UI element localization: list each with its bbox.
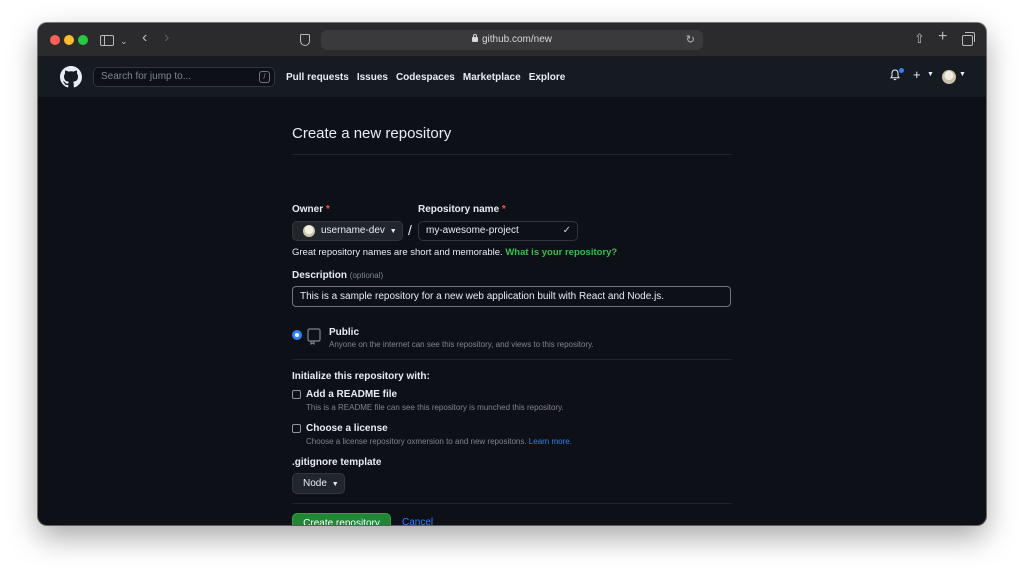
new-tab-icon[interactable]: +	[938, 28, 947, 46]
nav-pull-requests[interactable]: Pull requests	[286, 72, 349, 83]
required-mark: *	[325, 204, 330, 215]
zoom-window-button[interactable]	[78, 35, 88, 45]
slash-shortcut-key: /	[259, 71, 270, 83]
check-icon: ✓	[562, 225, 571, 236]
notification-indicator	[899, 68, 904, 73]
nav-explore[interactable]: Explore	[529, 72, 566, 83]
caret-down-icon[interactable]: ▼	[927, 71, 934, 78]
caret-down-icon: ▼	[331, 481, 339, 488]
public-radio[interactable]	[292, 330, 302, 340]
browser-toolbar: ⌄ ‹ › github.com/new ↻ ⇧ +	[38, 23, 986, 57]
owner-value: username-dev	[321, 225, 385, 236]
tab-overview-icon[interactable]	[962, 32, 975, 46]
create-repository-button[interactable]: Create repository	[292, 513, 391, 525]
visibility-public-desc: Anyone on the internet can see this repo…	[329, 340, 594, 349]
page-title: Create a new repository	[292, 125, 452, 142]
learn-more-link[interactable]: Learn more.	[529, 437, 572, 446]
repo-name-label: Repository name *	[418, 204, 506, 215]
repo-icon	[307, 328, 321, 345]
gitignore-value: Node	[303, 478, 327, 489]
owner-repo-separator: /	[408, 222, 412, 238]
github-header: Search for jump to... / Pull requests Is…	[38, 57, 986, 97]
user-avatar[interactable]	[942, 70, 956, 84]
gitignore-label: .gitignore template	[292, 457, 382, 468]
owner-label: Owner *	[292, 204, 330, 215]
description-label: Description (optional)	[292, 270, 383, 281]
privacy-shield-icon[interactable]	[300, 34, 310, 46]
main-nav: Pull requests Issues Codespaces Marketpl…	[286, 57, 565, 97]
license-checkbox[interactable]	[292, 424, 301, 433]
gitignore-select[interactable]: Node ▼	[292, 473, 345, 494]
required-mark: *	[501, 204, 506, 215]
description-label-text: Description	[292, 270, 348, 281]
github-logo-icon[interactable]	[60, 66, 82, 88]
sidebar-toggle-icon[interactable]	[100, 35, 114, 46]
repo-name-hint: Great repository names are short and mem…	[292, 247, 617, 258]
chevron-down-icon[interactable]: ⌄	[120, 32, 128, 50]
caret-down-icon: ▼	[389, 228, 397, 235]
url-text: github.com/new	[481, 34, 553, 45]
readme-checkbox[interactable]	[292, 390, 301, 399]
nav-marketplace[interactable]: Marketplace	[463, 72, 521, 83]
init-heading: Initialize this repository with:	[292, 371, 430, 382]
divider	[292, 154, 732, 155]
repo-label-text: Repository name	[418, 204, 500, 215]
reload-icon[interactable]: ↻	[686, 30, 695, 50]
owner-avatar	[303, 225, 315, 237]
divider	[292, 359, 732, 360]
close-window-button[interactable]	[50, 35, 60, 45]
optional-tag: (optional)	[349, 271, 384, 280]
minimize-window-button[interactable]	[64, 35, 74, 45]
search-input[interactable]: Search for jump to... /	[93, 67, 275, 87]
browser-window: ⌄ ‹ › github.com/new ↻ ⇧ + Search for ju…	[38, 23, 986, 525]
caret-down-icon[interactable]: ▼	[959, 71, 966, 78]
license-desc-text: Choose a license repository oxmersion to…	[306, 437, 527, 446]
divider	[292, 503, 732, 504]
description-value: This is a sample repository for a new we…	[300, 291, 665, 302]
back-arrow-icon[interactable]: ‹	[142, 29, 147, 47]
hint-link[interactable]: What is your repository?	[505, 247, 617, 258]
license-desc: Choose a license repository oxmersion to…	[306, 437, 572, 446]
nav-codespaces[interactable]: Codespaces	[396, 72, 455, 83]
license-title: Choose a license	[306, 423, 388, 434]
lock-icon	[471, 34, 478, 42]
repo-name-value: my-awesome-project	[426, 225, 519, 236]
readme-title: Add a README file	[306, 389, 398, 400]
description-input[interactable]: This is a sample repository for a new we…	[292, 286, 731, 307]
hint-text: Great repository names are short and mem…	[292, 247, 503, 258]
owner-label-text: Owner	[292, 204, 324, 215]
forward-arrow-icon[interactable]: ›	[164, 29, 169, 47]
search-placeholder: Search for jump to...	[101, 71, 192, 82]
visibility-public-title: Public	[329, 327, 360, 338]
share-icon[interactable]: ⇧	[914, 30, 925, 48]
repository-name-input[interactable]: my-awesome-project ✓	[418, 221, 578, 241]
owner-select[interactable]: username-dev ▼	[292, 221, 403, 241]
cancel-button[interactable]: Cancel	[402, 517, 433, 525]
readme-desc: This is a README file can see this repos…	[306, 403, 564, 412]
plus-icon[interactable]: +	[913, 67, 921, 82]
address-bar[interactable]: github.com/new ↻	[321, 30, 703, 50]
nav-issues[interactable]: Issues	[357, 72, 388, 83]
